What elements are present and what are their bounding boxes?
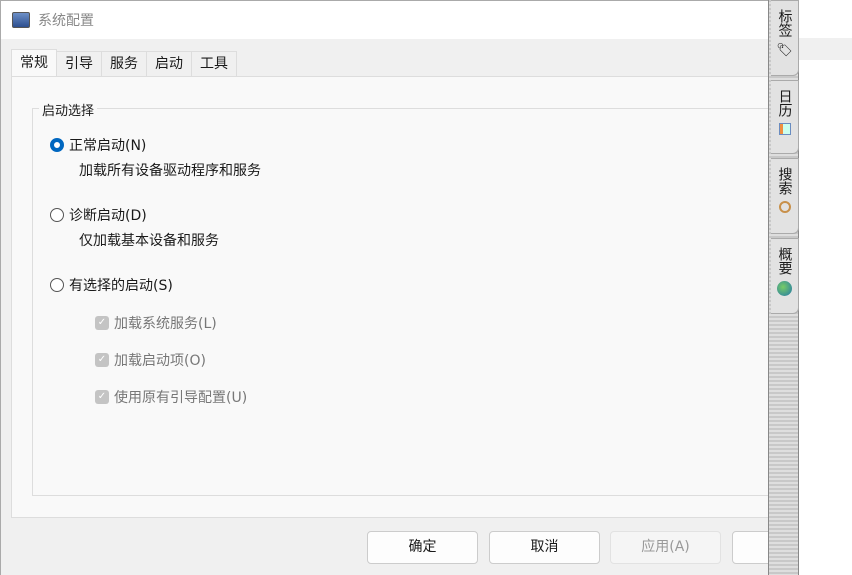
checkbox-label: 加载系统服务(L): [114, 316, 217, 332]
group-label: 启动选择: [39, 100, 98, 119]
side-tab-tags[interactable]: 标签 🏷: [771, 0, 799, 76]
apply-button[interactable]: 应用(A): [610, 531, 721, 564]
load-startup-items-checkbox[interactable]: ✓ 加载启动项(O): [95, 350, 206, 370]
side-tab-label: 日历: [776, 89, 793, 117]
selective-startup-radio[interactable]: 有选择的启动(S): [50, 275, 173, 295]
tab-bar: 常规 引导 服务 启动 工具: [11, 49, 237, 76]
background-strip: [799, 38, 852, 60]
tab-services[interactable]: 服务: [101, 51, 147, 76]
tab-general[interactable]: 常规: [11, 49, 57, 76]
globe-icon: [777, 281, 792, 296]
side-tab-label: 标签: [776, 9, 793, 37]
checkmark-icon: ✓: [95, 353, 109, 367]
radio[interactable]: [50, 208, 64, 222]
general-panel: 启动选择 正常启动(N) 加载所有设备驱动程序和服务 诊断启动(D) 仅加载基本…: [11, 76, 772, 518]
help-button[interactable]: [732, 531, 772, 564]
tab-tools[interactable]: 工具: [191, 51, 237, 76]
checkmark-icon: ✓: [95, 316, 109, 330]
option-label: 诊断启动(D): [69, 208, 147, 224]
side-tab-summary[interactable]: 概要: [771, 238, 799, 314]
ok-button[interactable]: 确定: [367, 531, 478, 564]
system-config-window: 系统配置 常规 引导 服务 启动 工具 启动选择 正常启动(N) 加载所有设备驱…: [0, 0, 772, 575]
option-desc: 加载所有设备驱动程序和服务: [79, 163, 261, 179]
startup-selection-group: 启动选择 正常启动(N) 加载所有设备驱动程序和服务 诊断启动(D) 仅加载基本…: [32, 100, 772, 496]
diagnostic-startup-radio[interactable]: 诊断启动(D): [50, 205, 147, 225]
checkmark-icon: ✓: [95, 390, 109, 404]
side-tab-label: 概要: [776, 247, 793, 275]
tab-startup[interactable]: 启动: [146, 51, 192, 76]
side-tab-search[interactable]: 搜索: [771, 158, 799, 234]
checkbox-label: 使用原有引导配置(U): [114, 390, 248, 406]
option-desc: 仅加载基本设备和服务: [79, 233, 219, 249]
app-icon: [12, 12, 30, 28]
tag-icon: 🏷: [776, 43, 793, 58]
radio[interactable]: [50, 278, 64, 292]
radio-selected[interactable]: [50, 138, 64, 152]
use-original-boot-config-checkbox[interactable]: ✓ 使用原有引导配置(U): [95, 387, 247, 407]
side-tab-calendar[interactable]: 日历: [771, 80, 799, 154]
load-system-services-checkbox[interactable]: ✓ 加载系统服务(L): [95, 313, 217, 333]
checkbox-label: 加载启动项(O): [114, 353, 206, 369]
normal-startup-radio[interactable]: 正常启动(N): [50, 135, 146, 155]
cancel-button[interactable]: 取消: [489, 531, 600, 564]
option-label: 正常启动(N): [69, 138, 147, 154]
title-bar: 系统配置: [1, 1, 768, 39]
option-label: 有选择的启动(S): [69, 278, 173, 294]
calendar-icon: [778, 123, 791, 135]
search-icon: [778, 201, 791, 213]
tab-boot[interactable]: 引导: [56, 51, 102, 76]
side-tab-label: 搜索: [776, 167, 793, 195]
side-panel: 标签 🏷 日历 搜索 概要: [768, 0, 799, 575]
window-title: 系统配置: [38, 13, 94, 29]
